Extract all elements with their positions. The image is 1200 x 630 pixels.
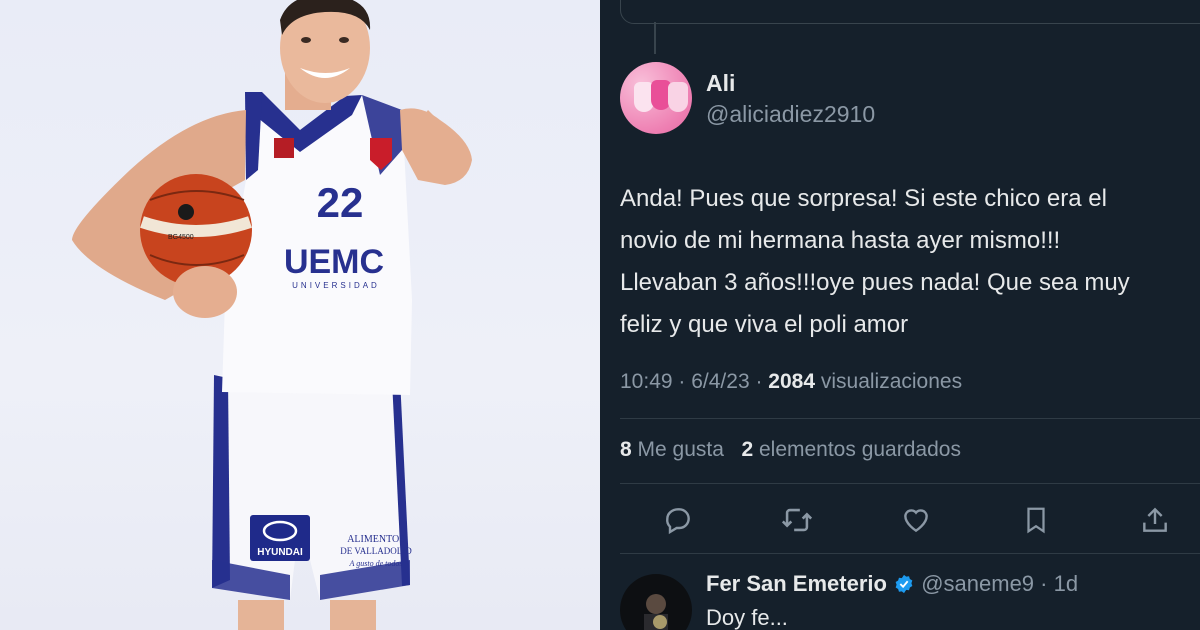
- retweet-icon[interactable]: [777, 500, 817, 540]
- reply-icon[interactable]: [658, 500, 698, 540]
- bookmark-icon[interactable]: [1016, 500, 1056, 540]
- sponsor-patch-icon: [274, 138, 294, 158]
- bookmarks-stat[interactable]: 2 elementos guardados: [741, 438, 961, 461]
- sponsor-alimentos-3: A gusto de todos: [349, 559, 403, 568]
- likes-stat[interactable]: 8 Me gusta: [620, 438, 724, 461]
- sponsor-hyundai: HYUNDAI: [257, 547, 303, 558]
- divider: [620, 483, 1200, 484]
- views-label: visualizaciones: [820, 370, 963, 393]
- reply-author-name[interactable]: Fer San Emeterio: [706, 571, 887, 596]
- tweet-line: feliz y que viva el poli amor: [620, 311, 909, 338]
- action-bar: [600, 500, 1200, 540]
- jersey-sub: UNIVERSIDAD: [292, 281, 380, 290]
- player-illustration: 22 UEMC UNIVERSIDAD HYUNDAI ALIMENTOS DE…: [72, 0, 472, 630]
- author-avatar[interactable]: [620, 62, 692, 134]
- like-icon[interactable]: [896, 500, 936, 540]
- reply-author-handle[interactable]: @saneme9: [921, 571, 1034, 596]
- tweet-meta: 10:49 · 6/4/23 · 2084 visualizaciones: [620, 370, 963, 393]
- reply-text: Doy fe...: [706, 605, 788, 630]
- tweet-line: novio de mi hermana hasta ayer mismo!!!: [620, 227, 1061, 254]
- tweet-stats: 8 Me gusta 2 elementos guardados: [620, 438, 961, 462]
- author-handle[interactable]: @aliciadiez2910: [706, 101, 875, 128]
- tweet-date[interactable]: 6/4/23: [691, 370, 749, 393]
- tweet-line: Llevaban 3 años!!!oye pues nada! Que sea…: [620, 269, 1130, 296]
- views-count: 2084: [768, 370, 816, 393]
- reply-header: Fer San Emeterio @saneme9 · 1d: [706, 571, 1079, 596]
- ball-text: BG4500: [168, 234, 194, 241]
- player-photo: 22 UEMC UNIVERSIDAD HYUNDAI ALIMENTOS DE…: [0, 0, 600, 630]
- divider: [620, 553, 1200, 554]
- verified-badge-icon: [895, 574, 913, 594]
- quoted-card-edge: [620, 0, 1200, 24]
- reply-age[interactable]: 1d: [1054, 571, 1078, 596]
- tweet-time[interactable]: 10:49: [620, 370, 673, 393]
- tweet-panel: Ali @aliciadiez2910 Anda! Pues que sorpr…: [600, 0, 1200, 630]
- reply-avatar[interactable]: [620, 574, 692, 630]
- jersey-brand: UEMC: [284, 243, 384, 281]
- author-name[interactable]: Ali: [706, 70, 735, 97]
- tweet-line: Anda! Pues que sorpresa! Si este chico e…: [620, 185, 1107, 212]
- tweet-text: Anda! Pues que sorpresa! Si este chico e…: [620, 178, 1200, 346]
- sponsor-alimentos-2: DE VALLADOLID: [340, 546, 412, 556]
- divider: [620, 418, 1200, 419]
- sponsor-alimentos-1: ALIMENTOS: [347, 534, 405, 545]
- share-icon[interactable]: [1135, 500, 1175, 540]
- jersey-number: 22: [317, 179, 364, 226]
- thread-connector: [654, 22, 656, 54]
